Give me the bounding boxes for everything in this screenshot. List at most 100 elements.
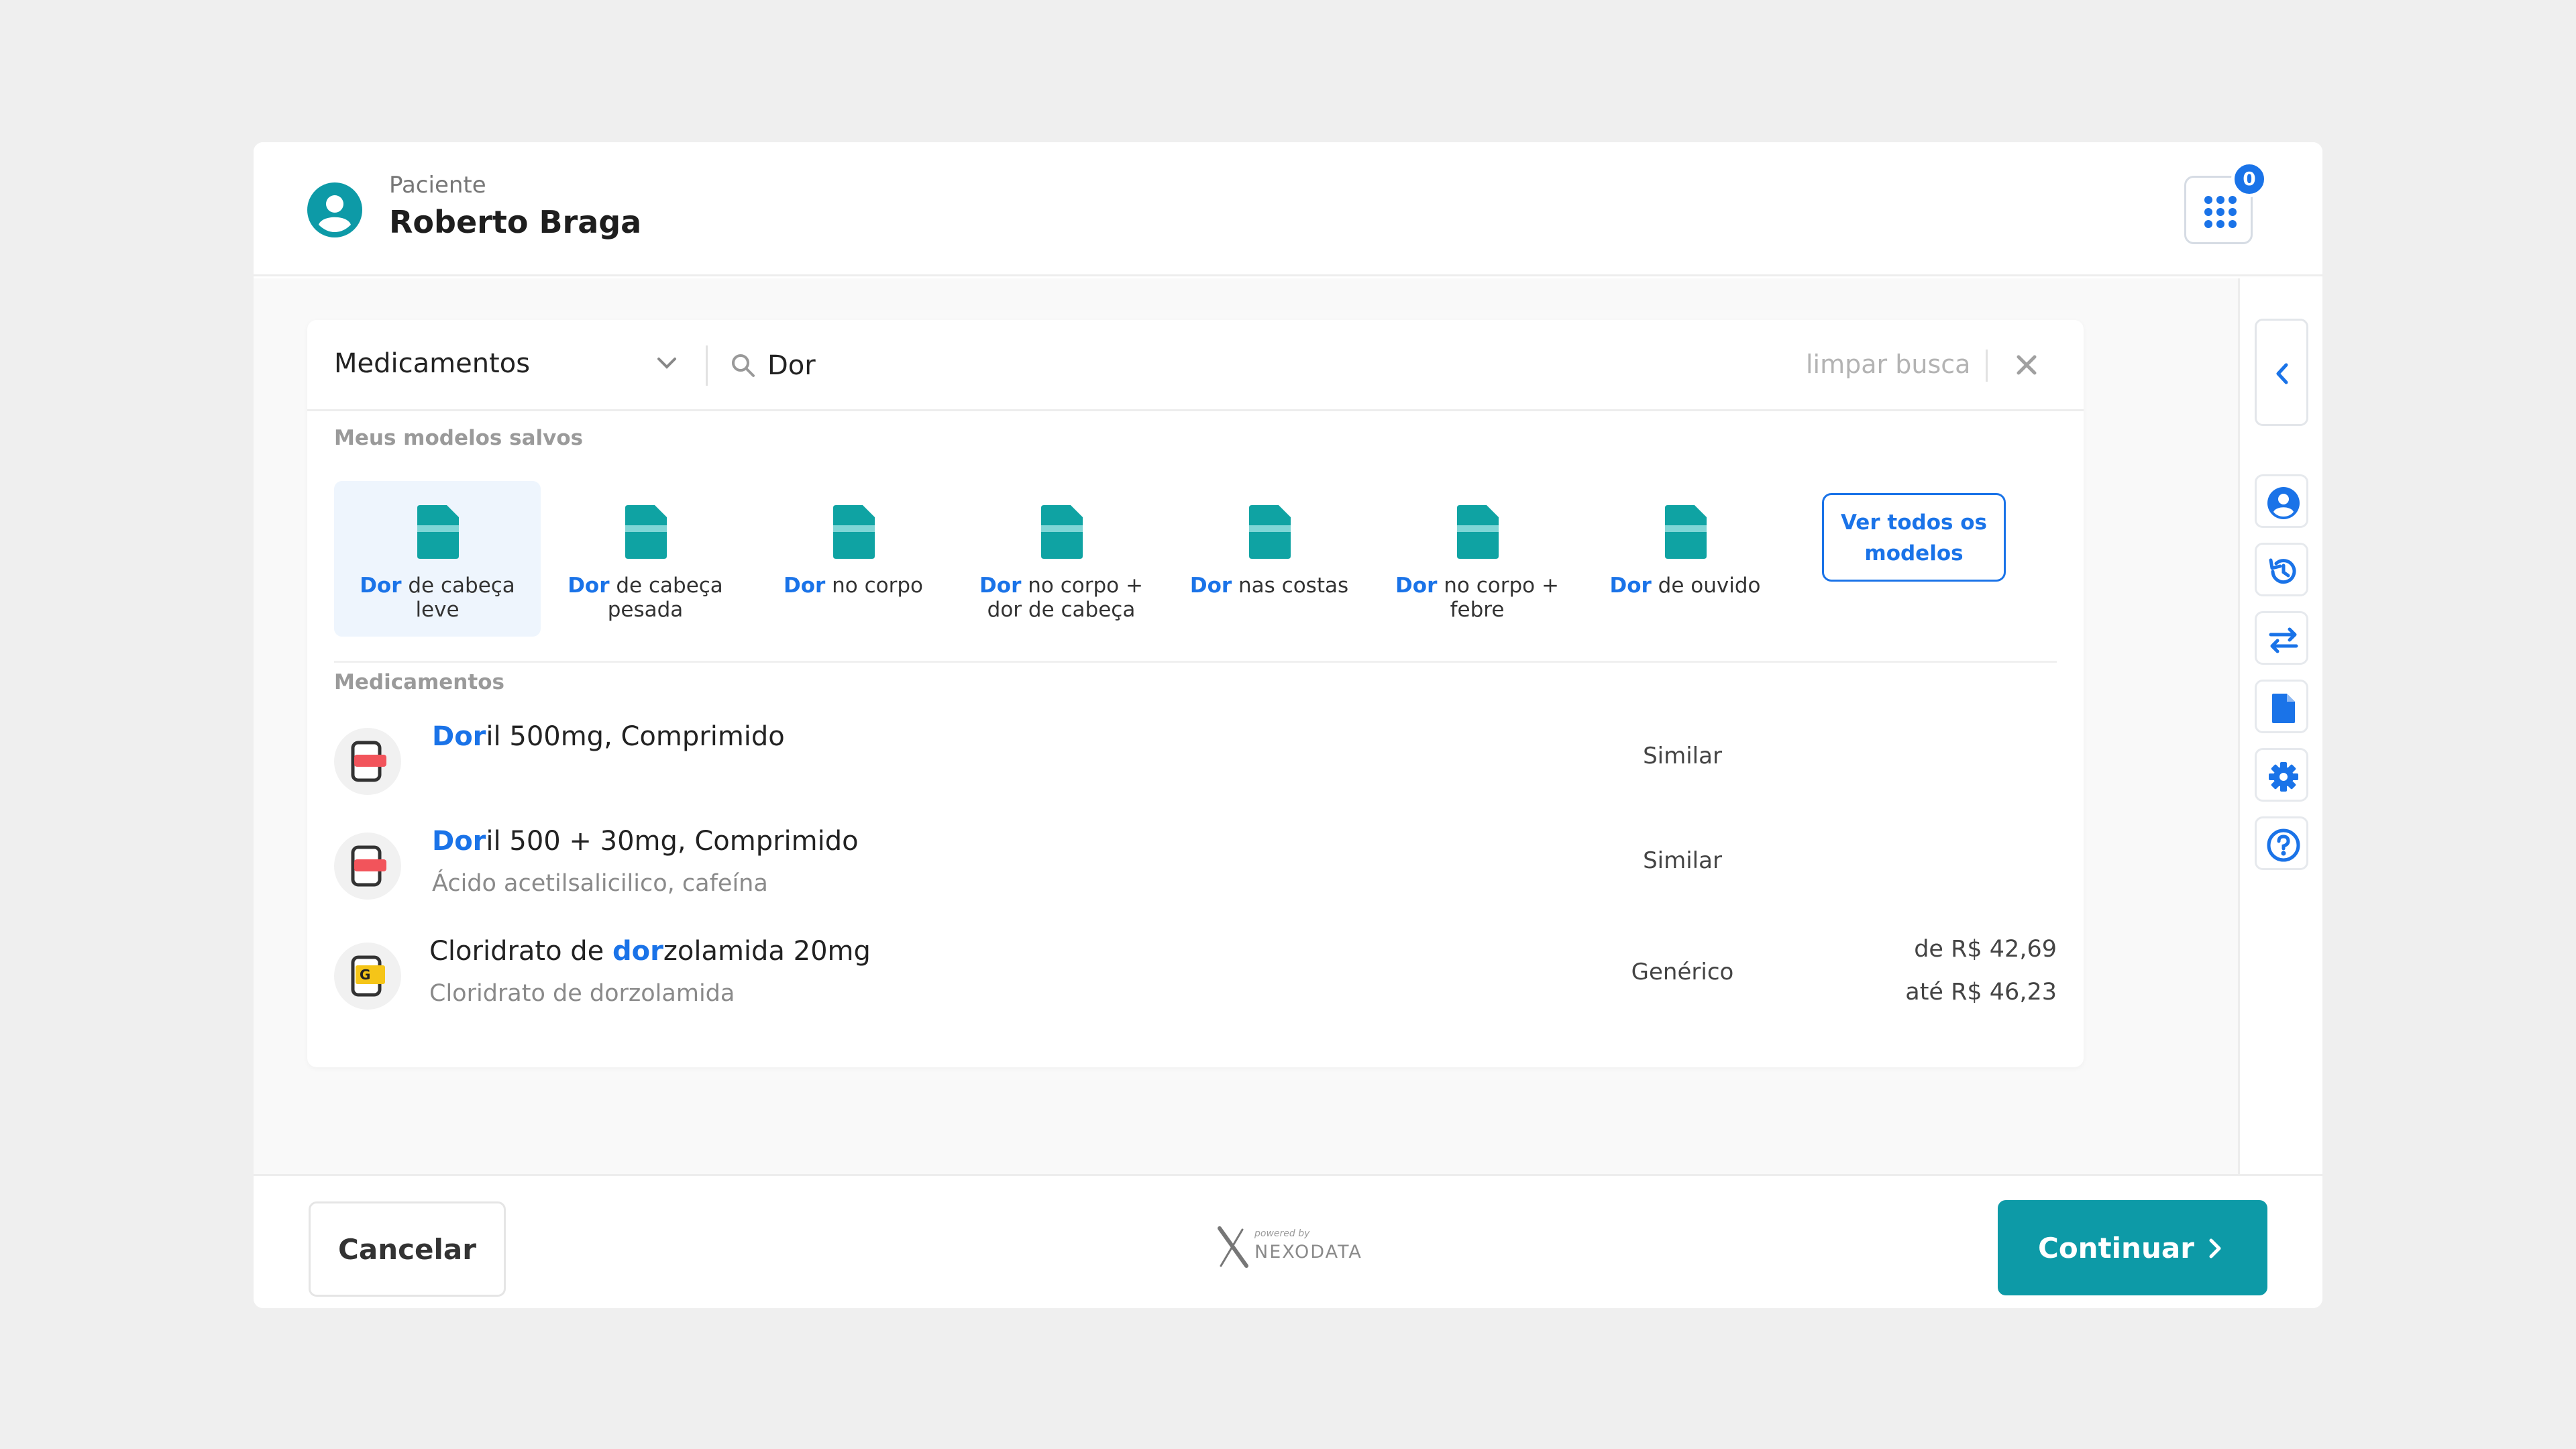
- document-icon: [417, 505, 459, 559]
- file-icon: [2272, 694, 2295, 723]
- patient-label: Paciente: [389, 172, 486, 199]
- grid-icon: [2204, 196, 2237, 228]
- document-icon: [833, 505, 875, 559]
- similar-drug-icon: [334, 833, 401, 900]
- template-line1: nas costas: [1232, 574, 1349, 598]
- user-avatar-icon: [307, 182, 362, 237]
- template-highlight: Dor: [360, 574, 402, 598]
- template-highlight: Dor: [1189, 574, 1232, 598]
- document-icon: [1665, 505, 1707, 559]
- name-highlight: Dor: [432, 826, 486, 857]
- template-item[interactable]: Dor nas costas: [1166, 481, 1373, 637]
- cancel-button[interactable]: Cancelar: [309, 1201, 506, 1297]
- price-from: de R$ 42,69: [1914, 936, 2057, 963]
- template-line1: no corpo +: [1437, 574, 1559, 598]
- search-icon: [732, 354, 755, 377]
- medications-label: Medicamentos: [334, 670, 504, 694]
- help-icon: [2267, 828, 2300, 862]
- template-item[interactable]: Dor no corpo: [750, 481, 957, 637]
- prescription-modal: Paciente Roberto Braga 0 Medicamentos Do…: [254, 142, 2322, 1308]
- template-item[interactable]: Dor no corpo + dor de cabeça: [958, 481, 1165, 637]
- template-item[interactable]: Dor no corpo + febre: [1374, 481, 1580, 637]
- medication-active-ingredient: Ácido acetilsalicilico, cafeína: [432, 870, 768, 897]
- medication-name: Cloridrato de dorzolamida 20mg: [429, 936, 871, 967]
- clear-separator: [1986, 350, 1988, 382]
- user-circle-icon: [2267, 487, 2300, 519]
- medication-type: Genérico: [1631, 959, 1734, 985]
- see-all-line2: modelos: [1864, 541, 1964, 566]
- template-line1: de ouvido: [1651, 574, 1761, 598]
- template-label: Dor no corpo + dor de cabeça: [958, 574, 1165, 622]
- search-input[interactable]: [767, 341, 1572, 390]
- template-item[interactable]: Dor de cabeça pesada: [542, 481, 749, 637]
- category-select[interactable]: Medicamentos: [334, 348, 530, 379]
- name-highlight: dor: [612, 936, 663, 967]
- price-to: até R$ 46,23: [1905, 979, 2057, 1006]
- history-button[interactable]: [2255, 543, 2308, 596]
- template-highlight: Dor: [1609, 574, 1652, 598]
- medication-name: Doril 500 + 30mg, Comprimido: [432, 826, 859, 857]
- continue-button[interactable]: Continuar: [1998, 1200, 2267, 1295]
- template-line2: dor de cabeça: [987, 598, 1136, 622]
- settings-button[interactable]: [2255, 748, 2308, 802]
- documents-button[interactable]: [2255, 680, 2308, 733]
- template-label: Dor no corpo: [750, 574, 957, 598]
- name-highlight: Dor: [432, 721, 486, 752]
- template-highlight: Dor: [1395, 574, 1438, 598]
- template-line1: de cabeça: [401, 574, 515, 598]
- nexodata-x-icon: [1218, 1226, 1248, 1268]
- chevron-down-icon[interactable]: [656, 356, 678, 371]
- logo-tagline: powered by: [1254, 1228, 1310, 1239]
- svg-text:G: G: [360, 967, 370, 983]
- template-line2: leve: [415, 598, 460, 622]
- swap-arrows-icon: [2269, 627, 2298, 653]
- template-label: Dor no corpo + febre: [1374, 574, 1580, 622]
- transfer-button[interactable]: [2255, 611, 2308, 665]
- patient-header: Paciente Roberto Braga 0: [254, 142, 2322, 276]
- document-icon: [1041, 505, 1083, 559]
- template-item[interactable]: Dor de ouvido: [1582, 481, 1788, 637]
- medication-type: Similar: [1643, 847, 1722, 874]
- template-label: Dor de cabeça pesada: [542, 574, 749, 622]
- search-bar: Medicamentos limpar busca: [307, 320, 2084, 411]
- help-button[interactable]: [2255, 816, 2308, 870]
- patient-name: Roberto Braga: [389, 204, 642, 240]
- template-label: Dor de cabeça leve: [334, 574, 541, 622]
- chevron-left-icon: [2276, 363, 2288, 384]
- document-icon: [1457, 505, 1499, 559]
- medication-row[interactable]: Doril 500mg, Comprimido Similar: [307, 721, 2084, 822]
- template-label: Dor de ouvido: [1582, 574, 1788, 598]
- medication-name: Doril 500mg, Comprimido: [432, 721, 785, 752]
- section-divider: [334, 661, 2057, 663]
- template-line1: de cabeça: [609, 574, 723, 598]
- template-line2: febre: [1450, 598, 1505, 622]
- modal-footer: Cancelar powered by NEXODATA Continuar: [254, 1174, 2322, 1308]
- document-icon: [625, 505, 667, 559]
- name-suffix: zolamida 20mg: [663, 936, 871, 967]
- medication-type: Similar: [1643, 743, 1722, 769]
- search-panel: Medicamentos limpar busca Meus modelos s…: [307, 320, 2084, 1067]
- document-icon: [1249, 505, 1291, 559]
- template-line1: no corpo +: [1021, 574, 1143, 598]
- clear-search-link[interactable]: limpar busca: [1806, 350, 1970, 379]
- similar-drug-icon: [334, 728, 401, 795]
- name-suffix: il 500 + 30mg, Comprimido: [486, 826, 859, 857]
- medication-row[interactable]: G Cloridrato de dorzolamida 20mg Cloridr…: [307, 936, 2084, 1036]
- see-all-line1: Ver todos os: [1841, 511, 1987, 535]
- see-all-templates-button[interactable]: Ver todos os modelos: [1822, 493, 2006, 582]
- collapse-sidebar-button[interactable]: [2255, 319, 2308, 426]
- medication-row[interactable]: Doril 500 + 30mg, Comprimido Ácido aceti…: [307, 826, 2084, 926]
- right-sidebar: [2238, 278, 2322, 1174]
- apps-count-badge: 0: [2231, 161, 2267, 197]
- saved-templates-label: Meus modelos salvos: [334, 426, 584, 450]
- search-separator: [706, 345, 708, 386]
- template-highlight: Dor: [568, 574, 610, 598]
- close-icon[interactable]: [2015, 354, 2038, 376]
- template-item[interactable]: Dor de cabeça leve: [334, 481, 541, 637]
- name-suffix: il 500mg, Comprimido: [486, 721, 785, 752]
- chevron-right-icon: [2209, 1238, 2221, 1258]
- generic-drug-icon: G: [334, 943, 401, 1010]
- nexodata-logo: powered by NEXODATA: [1216, 1223, 1377, 1277]
- template-highlight: Dor: [979, 574, 1022, 598]
- patient-profile-button[interactable]: [2255, 474, 2308, 528]
